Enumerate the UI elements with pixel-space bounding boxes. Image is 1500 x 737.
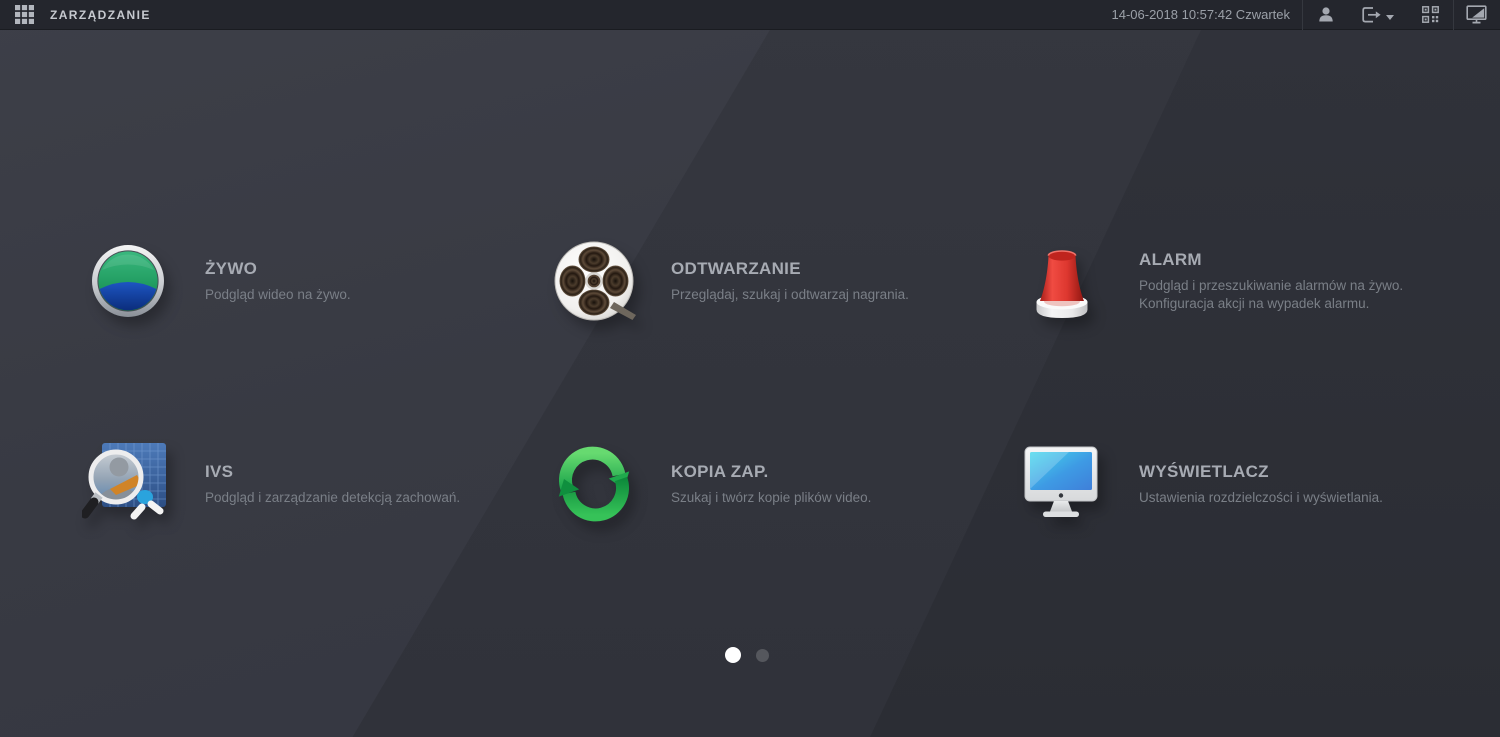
chevron-down-icon (1386, 15, 1394, 20)
tile-title: WYŚWIETLACZ (1139, 461, 1269, 481)
page-title: ZARZĄDZANIE (50, 7, 151, 22)
tile-playback[interactable]: ODTWARZANIE Przeglądaj, szukaj i odtwarz… (548, 233, 1013, 329)
tile-text: ALARM Podgląd i przeszukiwanie alarmów n… (1139, 250, 1403, 312)
tile-description: Podgląd wideo na żywo. (205, 286, 351, 302)
top-bar-right: 14-06-2018 10:57:42 Czwartek (1111, 0, 1500, 30)
tile-title: ŻYWO (205, 258, 258, 278)
tile-text: ODTWARZANIE Przeglądaj, szukaj i odtwarz… (671, 259, 909, 304)
datetime-label: 14-06-2018 10:57:42 Czwartek (1111, 7, 1290, 22)
tile-description: Ustawienia rozdzielczości i wyświetlania… (1139, 489, 1383, 505)
tile-text: KOPIA ZAP. Szukaj i twórz kopie plików v… (671, 462, 871, 507)
tile-alarm[interactable]: ALARM Podgląd i przeszukiwanie alarmów n… (1016, 233, 1481, 329)
tile-text: ŻYWO Podgląd wideo na żywo. (205, 259, 351, 304)
apps-grid-icon[interactable] (13, 4, 35, 26)
display-monitor-icon (1016, 436, 1108, 532)
tile-description: Przeglądaj, szukaj i odtwarzaj nagrania. (671, 286, 909, 302)
page-dot-1-active[interactable] (725, 647, 741, 663)
tile-description-line2: Konfiguracja akcji na wypadek alarmu. (1139, 295, 1370, 311)
tile-display[interactable]: WYŚWIETLACZ Ustawienia rozdzielczości i … (1016, 436, 1481, 532)
qr-code-icon (1421, 6, 1439, 23)
tile-title: KOPIA ZAP. (671, 461, 769, 481)
display-mode-button[interactable] (1454, 0, 1500, 30)
top-bar-left: ZARZĄDZANIE (0, 4, 151, 26)
tile-title: ALARM (1139, 250, 1202, 269)
display-mode-icon (1466, 5, 1487, 24)
apps-grid-icon (14, 5, 34, 24)
qr-code-button[interactable] (1407, 0, 1453, 30)
tile-backup[interactable]: KOPIA ZAP. Szukaj i twórz kopie plików v… (548, 436, 1013, 532)
tile-text: WYŚWIETLACZ Ustawienia rozdzielczości i … (1139, 462, 1383, 507)
tile-title: ODTWARZANIE (671, 258, 801, 278)
tile-description: Szukaj i twórz kopie plików video. (671, 489, 872, 505)
background-facet-left (0, 0, 788, 737)
logout-icon (1362, 6, 1381, 22)
tile-ivs[interactable]: IVS Podgląd i zarządzanie detekcją zacho… (82, 436, 547, 532)
tile-description: Podgląd i przeszukiwanie alarmów na żywo… (1139, 278, 1404, 293)
live-view-lens-icon (82, 233, 174, 329)
management-home-screen: ZARZĄDZANIE 14-06-2018 10:57:42 Czwartek (0, 0, 1500, 737)
film-reel-icon (548, 233, 640, 329)
backup-sync-icon (548, 436, 640, 532)
ivs-magnifier-icon (82, 436, 174, 532)
top-bar: ZARZĄDZANIE 14-06-2018 10:57:42 Czwartek (0, 0, 1500, 30)
user-icon (1319, 7, 1333, 22)
logout-button[interactable] (1349, 0, 1407, 30)
tile-text: IVS Podgląd i zarządzanie detekcją zacho… (205, 462, 460, 507)
tile-description: Podgląd i zarządzanie detekcją zachowań. (205, 489, 461, 505)
background-facet-middle (0, 0, 1215, 737)
user-button[interactable] (1303, 0, 1349, 30)
tile-title: IVS (205, 461, 234, 481)
page-dot-2-inactive[interactable] (756, 649, 769, 662)
tile-live-view[interactable]: ŻYWO Podgląd wideo na żywo. (82, 233, 547, 329)
alarm-siren-icon (1016, 233, 1108, 329)
